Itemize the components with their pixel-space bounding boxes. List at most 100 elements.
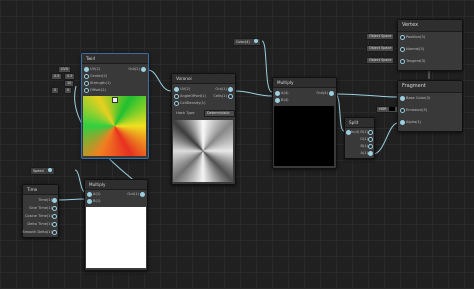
time-time-label: Time(1)	[38, 198, 52, 202]
split-a-port[interactable]	[368, 151, 373, 156]
voronoi-hash-label: Hash Type	[176, 111, 195, 115]
fragment-title: Fragment	[398, 81, 462, 93]
voronoi-density-label: CellDensity(1)	[180, 101, 206, 105]
voronoi-node[interactable]: Voronoi UV(2) AngleOffset(1) CellDensity…	[171, 73, 236, 185]
time-delta-label: Delta Time(1)	[27, 222, 52, 226]
multiply-bottom-node[interactable]: Multiply A(1) B(1) Out(1)	[84, 179, 148, 271]
time-delta-port[interactable]	[52, 222, 57, 227]
multiply-bottom-title: Multiply	[85, 180, 147, 190]
time-time-port[interactable]	[52, 198, 57, 203]
voronoi-out-port[interactable]	[228, 87, 233, 92]
multiply-bottom-a-port[interactable]	[87, 192, 92, 197]
vertex-position-label: Position(3)	[406, 35, 426, 39]
wire-split-to-alpha	[372, 122, 399, 155]
split-node[interactable]: Split In(4) R(1) G(1) B(1) A(1)	[344, 117, 375, 159]
voronoi-angle-port[interactable]	[174, 94, 179, 99]
twirl-offset-label: Offset(2)	[90, 88, 106, 92]
twirl-center-port[interactable]	[84, 74, 89, 79]
twirl-offset-port[interactable]	[84, 88, 89, 93]
voronoi-cells-port[interactable]	[228, 94, 233, 99]
vertex-tangent-space-chip[interactable]: Object Space	[366, 57, 395, 64]
vertex-normal-port[interactable]	[400, 47, 405, 52]
multiply-top-node[interactable]: Multiply A(4) B(4) Out(4)	[272, 77, 337, 169]
twirl-strength-port[interactable]	[84, 81, 89, 86]
time-cosine-label: Cosine Time(1)	[24, 214, 52, 218]
speed-property-label: Speed	[33, 169, 44, 173]
vertex-normal-label: Normal(3)	[406, 47, 425, 51]
vertex-position-space-chip[interactable]: Object Space	[366, 33, 395, 40]
multiply-top-preview	[274, 106, 334, 166]
twirl-center-y-chip[interactable]: 0.5	[64, 73, 76, 80]
multiply-top-out-label: Out(4)	[316, 91, 328, 95]
twirl-offset-y-chip[interactable]: 0	[64, 87, 73, 94]
fragment-emission-port[interactable]	[400, 108, 405, 113]
voronoi-preview	[173, 120, 233, 182]
twirl-strength-chip[interactable]: 10	[64, 80, 75, 87]
speed-property-port[interactable]	[47, 168, 52, 172]
voronoi-uv-label: UV(2)	[180, 87, 191, 91]
twirl-center-x-chip[interactable]: 0.5	[51, 73, 63, 80]
vertex-block[interactable]: Vertex Position(3) Normal(3) Tangent(3)	[397, 19, 463, 71]
time-sine-label: Sine Time(1)	[29, 206, 52, 210]
fragment-basecolor-label: Base Color(3)	[406, 96, 431, 100]
wire-time-to-multiply	[56, 198, 86, 201]
fragment-basecolor-port[interactable]	[400, 96, 405, 101]
multiply-top-a-label: A(4)	[281, 91, 289, 95]
color-property-node[interactable]: Color(4)	[233, 38, 261, 46]
twirl-title: Twirl	[82, 54, 148, 64]
multiply-bottom-b-port[interactable]	[87, 199, 92, 204]
twirl-out-port[interactable]	[141, 67, 146, 72]
multiply-bottom-preview	[86, 207, 146, 268]
multiply-bottom-b-label: B(1)	[93, 199, 101, 203]
time-title: Time	[23, 185, 58, 195]
wire-color-to-multiply	[261, 40, 273, 93]
split-g-label: G(1)	[360, 137, 368, 141]
color-property-port[interactable]	[253, 39, 258, 43]
voronoi-cells-label: Cells(1)	[213, 94, 227, 98]
multiply-bottom-out-port[interactable]	[140, 192, 145, 197]
twirl-node[interactable]: Twirl UV(2) Center(2) Strength(1) Offset…	[81, 53, 149, 159]
time-smooth-port[interactable]	[52, 230, 57, 235]
twirl-preview-toggle-icon[interactable]	[112, 97, 118, 103]
multiply-top-b-port[interactable]	[275, 98, 280, 103]
vertex-tangent-label: Tangent(3)	[406, 59, 426, 63]
twirl-uv-port[interactable]	[84, 67, 89, 72]
speed-property-node[interactable]: Speed	[30, 167, 55, 175]
twirl-uv-chip[interactable]: UV0	[58, 66, 71, 73]
wire-multiply-to-basecolor	[334, 93, 399, 98]
split-in-port[interactable]	[346, 130, 351, 135]
split-b-label: B(1)	[360, 144, 368, 148]
twirl-center-label: Center(2)	[90, 74, 108, 78]
time-node[interactable]: Time Time(1) Sine Time(1) Cosine Time(1)…	[22, 184, 59, 238]
wire-twirl-to-voronoi	[147, 69, 172, 92]
vertex-position-port[interactable]	[400, 35, 405, 40]
fragment-emission-chip[interactable]: HDR	[376, 106, 398, 113]
multiply-bottom-out-label: Out(1)	[127, 192, 139, 196]
voronoi-angle-label: AngleOffset(1)	[180, 94, 207, 98]
fragment-alpha-port[interactable]	[400, 120, 405, 125]
fragment-block[interactable]: Fragment Base Color(3) Emission(3) Alpha…	[397, 80, 463, 132]
multiply-top-b-label: B(4)	[281, 98, 289, 102]
twirl-offset-x-chip[interactable]: 0	[51, 87, 60, 94]
split-b-port[interactable]	[368, 144, 373, 149]
voronoi-out-label: Out(1)	[215, 87, 227, 91]
split-r-label: R(1)	[360, 130, 368, 134]
vertex-normal-space-chip[interactable]: Object Space	[366, 45, 395, 52]
vertex-title: Vertex	[398, 20, 462, 32]
emission-color-swatch	[388, 107, 395, 111]
vertex-tangent-port[interactable]	[400, 59, 405, 64]
voronoi-uv-port[interactable]	[174, 87, 179, 92]
wire-voronoi-to-multiply	[233, 90, 273, 97]
fragment-emission-label: Emission(3)	[406, 108, 428, 112]
multiply-top-out-port[interactable]	[329, 91, 334, 96]
twirl-uv-label: UV(2)	[90, 67, 101, 71]
multiply-top-a-port[interactable]	[275, 91, 280, 96]
split-r-port[interactable]	[368, 130, 373, 135]
time-sine-port[interactable]	[52, 206, 57, 211]
split-g-port[interactable]	[368, 137, 373, 142]
time-cosine-port[interactable]	[52, 214, 57, 219]
voronoi-density-port[interactable]	[174, 101, 179, 106]
twirl-strength-label: Strength(1)	[90, 81, 111, 85]
voronoi-hash-dropdown[interactable]: Deterministic	[204, 110, 235, 117]
multiply-bottom-a-label: A(1)	[93, 192, 101, 196]
